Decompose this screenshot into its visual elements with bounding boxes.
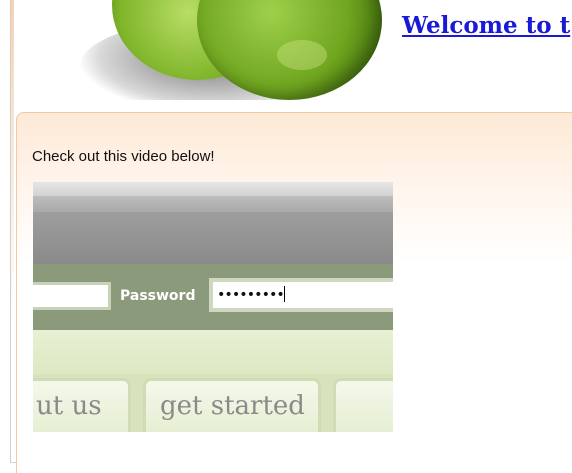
video-tab-partial	[333, 378, 393, 432]
text-caret	[283, 286, 285, 302]
lime-highlight	[277, 40, 327, 70]
video-username-field	[33, 282, 111, 310]
video-tab-about: ut us	[33, 378, 131, 432]
site-title-link[interactable]: Welcome to t	[402, 12, 570, 39]
video-thumbnail[interactable]: Password ••••••••• ut us get started	[33, 182, 393, 432]
frame-accent	[11, 0, 14, 462]
video-login-bar: Password •••••••••	[33, 264, 393, 330]
lime-image	[72, 0, 382, 100]
video-browser-bar	[33, 196, 393, 212]
video-tab-get-started: get started	[143, 378, 321, 432]
video-browser-bar	[33, 182, 393, 196]
video-password-value: •••••••••	[217, 287, 285, 303]
video-nav-tabs: ut us get started	[33, 374, 393, 432]
video-header-strip	[33, 330, 393, 374]
video-browser-bar	[33, 212, 393, 264]
intro-text: Check out this video below!	[32, 148, 215, 165]
video-password-label: Password	[120, 288, 196, 304]
video-password-field: •••••••••	[209, 278, 393, 312]
